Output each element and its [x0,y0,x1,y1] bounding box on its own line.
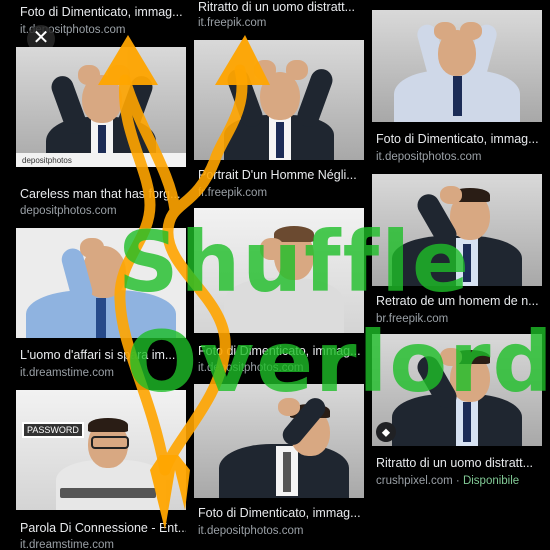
result-tile-9[interactable]: PASSWORD Parola Di Connessione - Ent... … [16,390,186,550]
result-caption: Foto di Dimenticato, immag... [198,506,361,520]
password-sign: PASSWORD [22,422,84,438]
result-caption: Portrait D'un Homme Négli... [198,168,357,182]
overlay-title-line2: Overlord [126,313,550,411]
result-source: it.dreamstime.com [20,539,114,550]
result-caption: Foto di Dimenticato, immag... [20,5,183,19]
result-caption: Parola Di Connessione - Ent... [20,521,186,535]
result-source: fr.freepik.com [198,187,268,199]
result-tile-1[interactable]: Ritratto di un uomo distratt... it.freep… [194,0,364,40]
result-image [194,40,364,160]
result-caption: Ritratto di un uomo distratt... [198,0,356,14]
result-source-domain: crushpixel.com [376,475,453,487]
result-caption: Foto di Dimenticato, immag... [376,132,539,146]
result-caption: Careless man that has forg... [20,187,181,201]
result-source: crushpixel.com · Disponibile [376,475,520,487]
result-image [372,10,542,122]
watermark: depositphotos [22,156,72,165]
result-tile-7[interactable]: Foto di Dimenticato, immag... it.deposit… [372,10,542,170]
result-caption: Ritratto di un uomo distratt... [376,456,534,470]
availability-label: Disponibile [462,475,520,487]
result-source: it.depositphotos.com [376,151,482,163]
result-tile-3[interactable]: Portrait D'un Homme Négli... fr.freepik.… [194,40,364,203]
result-tile-2[interactable]: depositphotos Careless man that has forg… [16,47,186,222]
result-image: depositphotos [16,47,186,167]
result-source: it.freepik.com [198,17,267,29]
overlay-title-line1: Shuffle [118,213,471,311]
result-source: it.depositphotos.com [198,525,304,537]
tag-icon: ⬥ [376,422,396,442]
